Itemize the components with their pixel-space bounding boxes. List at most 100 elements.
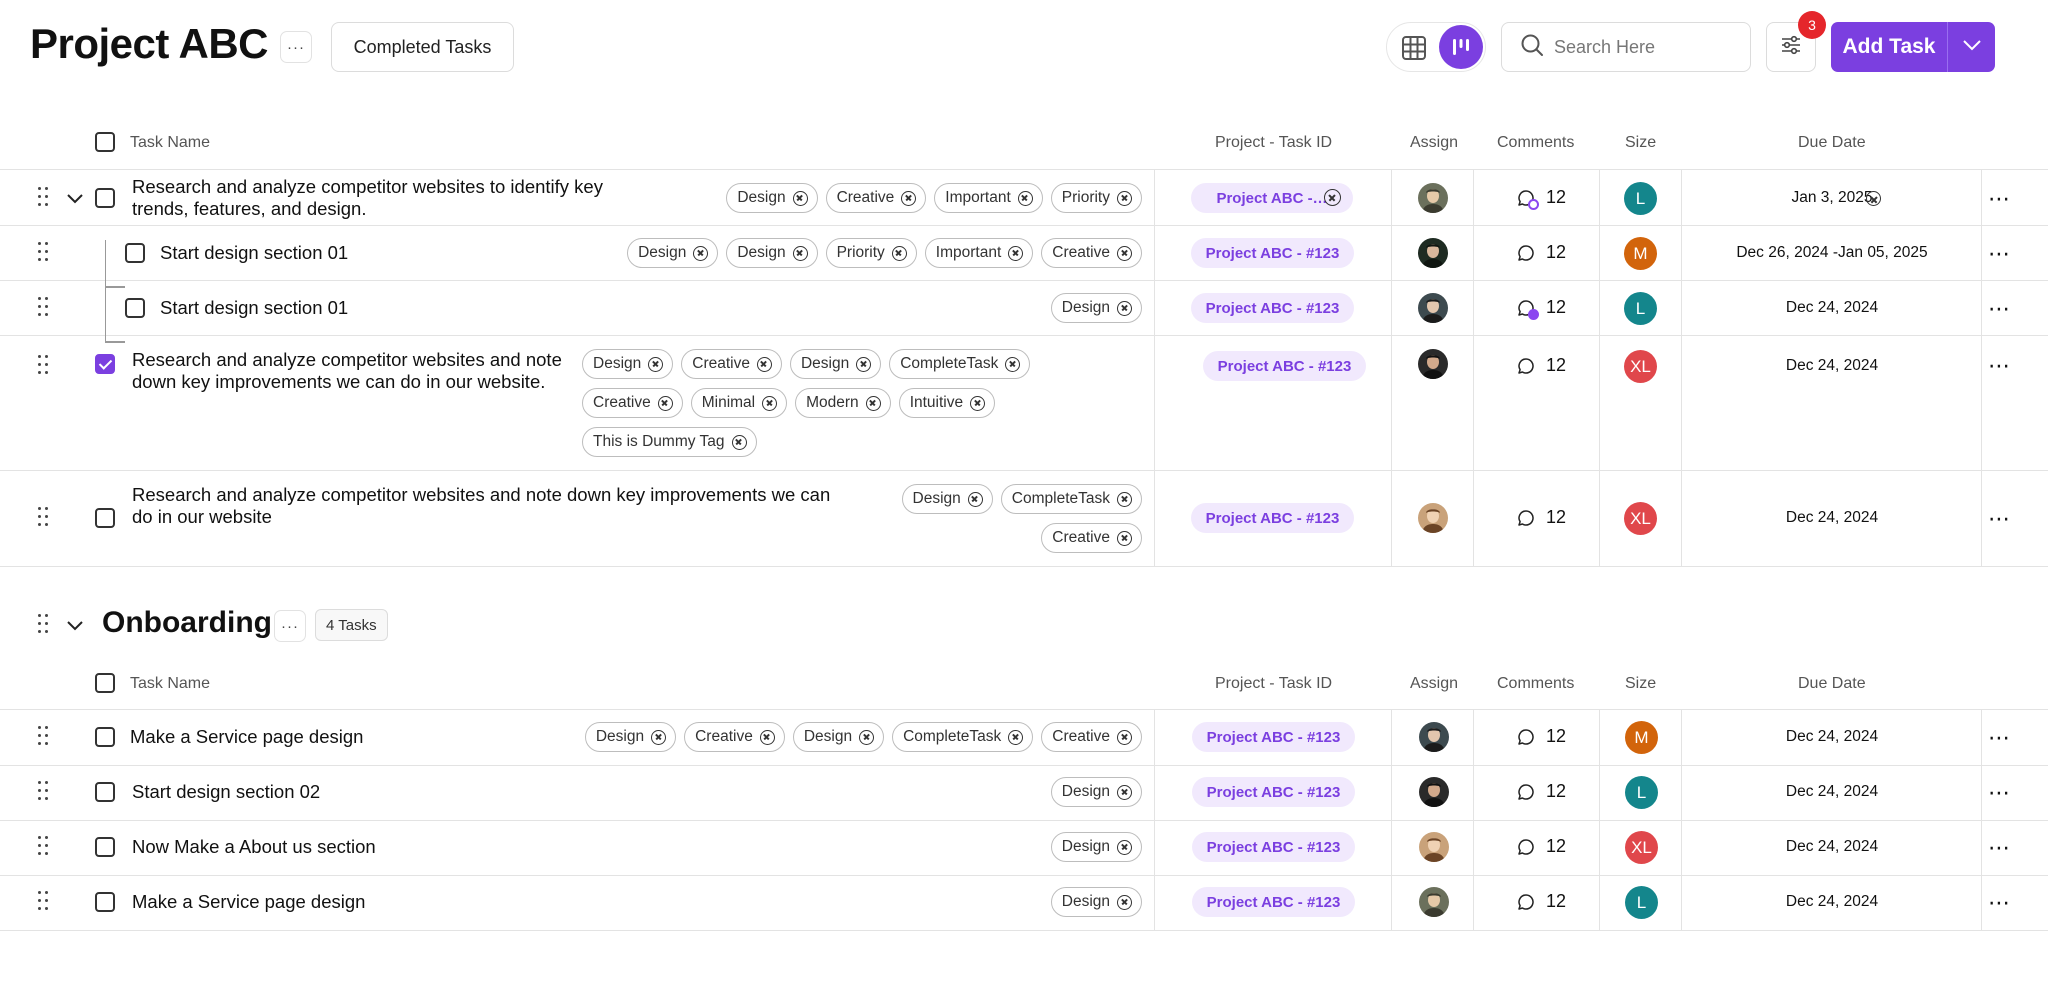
remove-tag-icon[interactable] [756,356,772,372]
clear-project-icon[interactable] [1324,189,1341,206]
remove-tag-icon[interactable] [901,190,917,206]
tag-chip[interactable]: Design [1050,887,1142,917]
assignee-avatar[interactable] [1419,887,1449,917]
project-task-id[interactable]: Project ABC - #123 [1192,777,1355,807]
row-more-icon[interactable]: ⋯ [1988,892,2012,914]
drag-handle-icon[interactable] [38,836,50,858]
due-date[interactable]: Dec 24, 2024 [1684,783,1980,801]
chevron-down-icon[interactable] [66,192,84,210]
project-task-id[interactable]: Project ABC - #123 [1192,887,1355,917]
assignee-avatar[interactable] [1418,503,1448,533]
remove-tag-icon[interactable] [1005,356,1021,372]
drag-handle-icon[interactable] [38,781,50,803]
comments-cell[interactable]: 12 [1517,242,1566,263]
due-date[interactable]: Jan 3, 2025 [1684,189,1980,207]
drag-handle-icon[interactable] [38,297,50,319]
remove-tag-icon[interactable] [1117,300,1132,316]
project-task-id[interactable]: Project ABC - #123 [1191,293,1354,323]
due-date[interactable]: Dec 24, 2024 [1684,893,1980,911]
tag-chip[interactable]: Design [792,722,885,752]
tag-chip[interactable]: Design [726,238,818,268]
task-name[interactable]: Make a Service page design [130,726,530,748]
tag-chip[interactable]: Important [924,238,1034,268]
assignee-avatar[interactable] [1418,293,1448,323]
task-name[interactable]: Research and analyze competitor websites… [132,349,572,393]
row-more-icon[interactable]: ⋯ [1988,188,2012,210]
row-more-icon[interactable]: ⋯ [1988,727,2012,749]
completed-tasks-button[interactable]: Completed Tasks [331,22,514,72]
row-more-icon[interactable]: ⋯ [1988,355,2012,377]
remove-tag-icon[interactable] [856,356,872,372]
clear-date-icon[interactable] [1866,191,1881,206]
drag-handle-icon[interactable] [38,507,50,529]
task-name[interactable]: Start design section 02 [132,781,532,803]
task-checkbox[interactable] [95,354,115,374]
remove-tag-icon[interactable] [967,491,983,507]
task-name[interactable]: Make a Service page design [132,891,532,913]
task-name[interactable]: Now Make a About us section [132,836,532,858]
task-name[interactable]: Research and analyze competitor websites… [132,484,832,528]
comments-cell[interactable]: 12 [1517,891,1566,912]
comments-cell[interactable]: 12 [1517,781,1566,802]
remove-tag-icon[interactable] [1117,729,1132,745]
tag-chip[interactable]: CompleteTask [1000,484,1142,514]
task-checkbox[interactable] [95,892,115,912]
due-date[interactable]: Dec 24, 2024 [1684,728,1980,746]
remove-tag-icon[interactable] [657,395,673,411]
task-name[interactable]: Research and analyze competitor websites… [132,176,652,220]
chevron-down-icon[interactable] [66,619,84,637]
tag-chip[interactable]: CompleteTask [892,722,1034,752]
board-view-icon[interactable] [1439,25,1483,69]
project-task-id[interactable]: Project ABC - #123 [1191,503,1354,533]
tag-chip[interactable]: Minimal [690,388,788,418]
search-box[interactable] [1501,22,1751,72]
tag-chip[interactable]: Creative [1041,722,1142,752]
due-date[interactable]: Dec 24, 2024 [1684,357,1980,375]
remove-tag-icon[interactable] [1017,190,1033,206]
remove-tag-icon[interactable] [1117,530,1132,546]
remove-tag-icon[interactable] [1117,190,1132,206]
add-task-dropdown[interactable] [1947,22,1995,72]
project-more-button[interactable]: ··· [280,31,312,63]
section-more-button[interactable]: ··· [274,610,306,642]
tag-chip[interactable]: Creative [1041,238,1142,268]
tag-chip[interactable]: Intuitive [898,388,996,418]
grid-view-icon[interactable] [1401,35,1427,61]
add-task-button[interactable]: Add Task [1831,22,1947,72]
remove-tag-icon[interactable] [762,395,778,411]
select-all-checkbox[interactable] [95,673,115,693]
project-task-id[interactable]: Project ABC - #123 [1192,832,1355,862]
tag-chip[interactable]: Creative [825,183,927,213]
remove-tag-icon[interactable] [891,245,907,261]
tag-chip[interactable]: Creative [684,722,785,752]
remove-tag-icon[interactable] [648,356,664,372]
task-checkbox[interactable] [95,727,115,747]
task-checkbox[interactable] [95,188,115,208]
due-date[interactable]: Dec 24, 2024 [1684,509,1980,527]
tag-chip[interactable]: Modern [795,388,891,418]
task-checkbox[interactable] [95,782,115,802]
remove-tag-icon[interactable] [1117,245,1132,261]
assignee-avatar[interactable] [1418,349,1448,379]
remove-tag-icon[interactable] [1117,839,1132,855]
assignee-avatar[interactable] [1418,238,1448,268]
tag-chip[interactable]: Design [901,484,993,514]
drag-handle-icon[interactable] [38,726,50,748]
row-more-icon[interactable]: ⋯ [1988,243,2012,265]
remove-tag-icon[interactable] [792,190,808,206]
row-more-icon[interactable]: ⋯ [1988,298,2012,320]
task-checkbox[interactable] [125,243,145,263]
tag-chip[interactable]: Creative [681,349,782,379]
tag-chip[interactable]: Design [1050,777,1142,807]
task-name[interactable]: Start design section 01 [160,297,560,319]
search-input[interactable] [1554,36,1734,58]
remove-tag-icon[interactable] [792,245,808,261]
assignee-avatar[interactable] [1419,722,1449,752]
tag-chip[interactable]: Design [726,183,818,213]
section-drag-handle[interactable] [38,614,50,636]
comments-cell[interactable]: 12 [1517,507,1566,528]
due-date[interactable]: Dec 24, 2024 [1684,838,1980,856]
tag-chip[interactable]: Design [582,349,674,379]
drag-handle-icon[interactable] [38,242,50,264]
row-more-icon[interactable]: ⋯ [1988,508,2012,530]
